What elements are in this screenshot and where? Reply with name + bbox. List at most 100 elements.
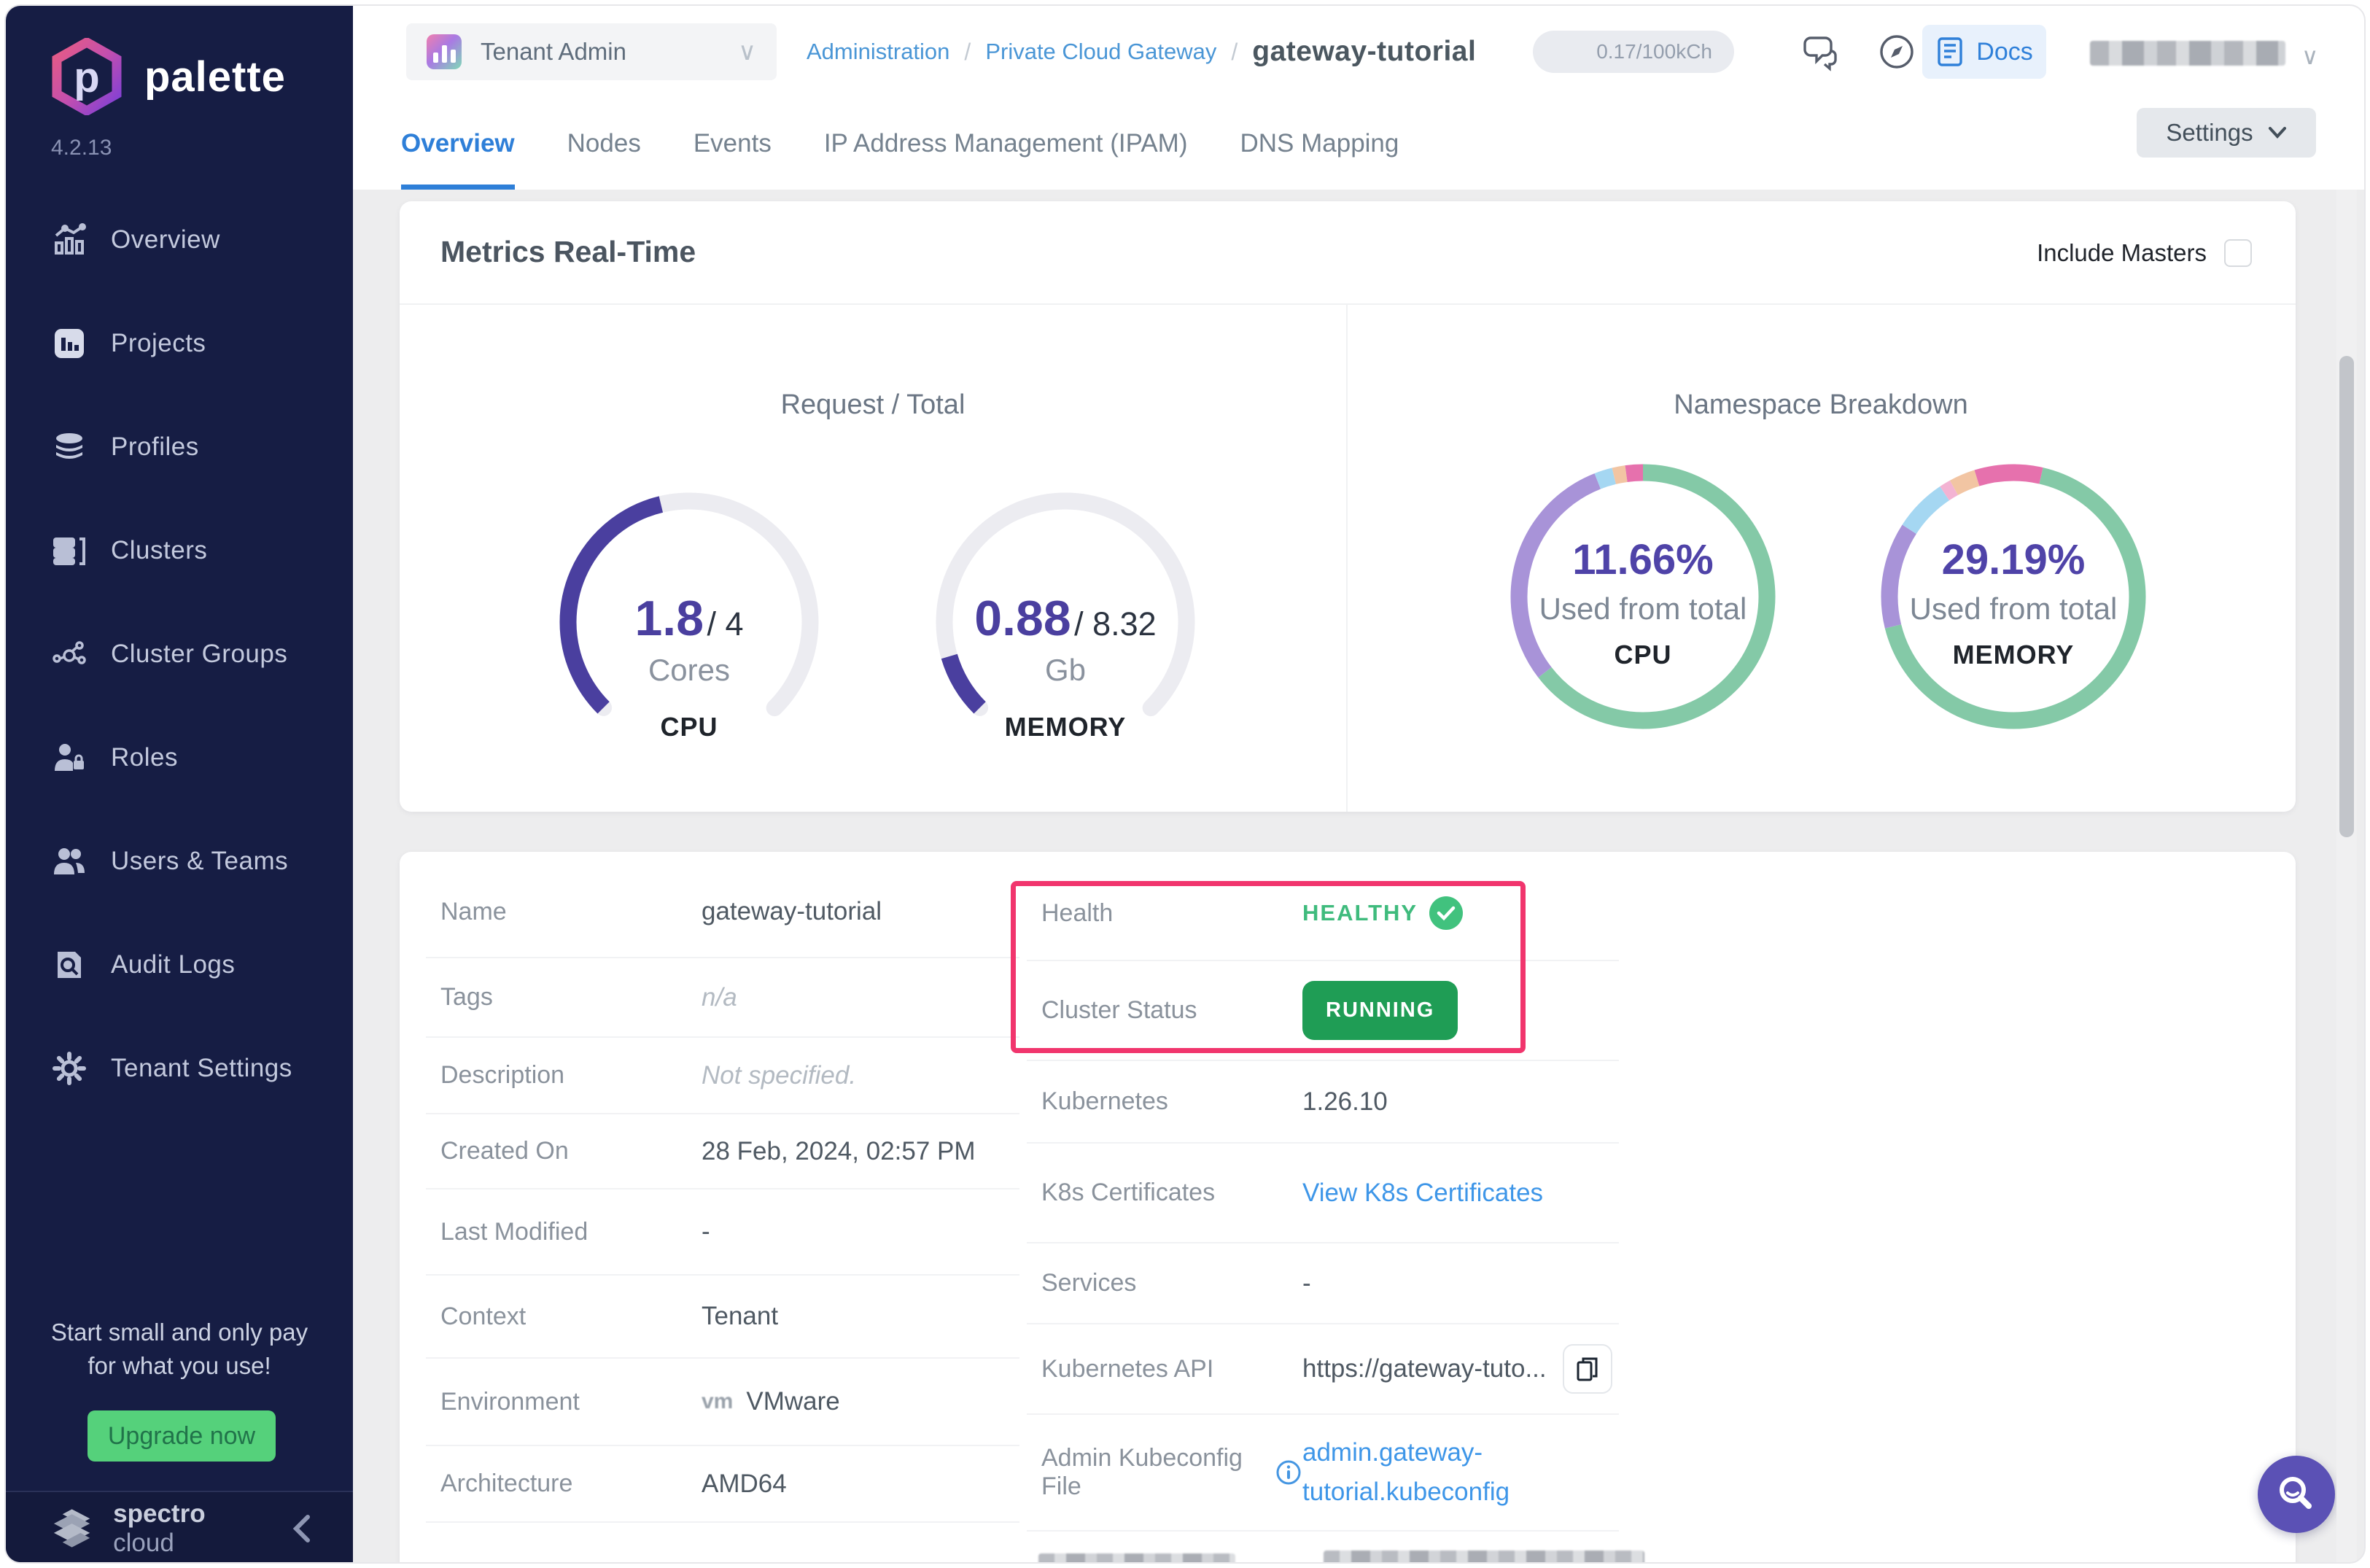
row-label: K8s Certificates [1041,1179,1216,1206]
sidebar-item-clusters[interactable]: Clusters [6,499,353,602]
detail-row-kubernetes: Kubernetes 1.26.10 [1027,1061,1619,1144]
sidebar-item-audit-logs[interactable]: Audit Logs [6,913,353,1017]
compass-icon [1880,35,1914,69]
row-label: Name [440,897,507,925]
row-value: AMD64 [702,1469,787,1498]
cpu-donut-subtitle: Used from total [1539,591,1747,626]
tab-events[interactable]: Events [693,98,772,190]
detail-row-services: Services - [1027,1243,1619,1324]
tab-nodes[interactable]: Nodes [567,98,641,190]
palette-app-window: p palette 4.2.13 Overview Projects Profi… [4,4,2366,1564]
chevron-down-icon [2268,127,2286,139]
row-label: Services [1041,1269,1137,1297]
explore-button[interactable] [1877,32,1916,71]
page-title: gateway-tutorial [1252,36,1477,67]
details-card: Name gateway-tutorial Tags n/a Descripti… [400,852,2296,1562]
tab-ipam[interactable]: IP Address Management (IPAM) [824,98,1188,190]
brand-secondary: cloud [113,1529,174,1557]
chevron-down-icon: ∨ [738,38,756,66]
scrollbar-track [2336,190,2357,1562]
kubernetes-api-url: https://gateway-tuto... [1302,1354,1547,1383]
memory-donut-percent: 29.19% [1941,536,2086,583]
cpu-donut-name: CPU [1614,640,1672,669]
info-icon[interactable] [1275,1459,1302,1486]
health-status: HEALTHY [1302,896,1464,930]
scope-selector[interactable]: Tenant Admin ∨ [406,23,777,80]
sidebar-item-overview[interactable]: Overview [6,188,353,292]
layers-icon [51,429,88,465]
brand-primary: spectro [113,1499,206,1528]
include-masters-label: Include Masters [2037,239,2207,266]
docs-button[interactable]: Docs [1922,25,2046,79]
scrollbar-thumb[interactable] [2339,356,2354,837]
row-label: Created On [440,1137,569,1165]
row-label: Last Modified [440,1217,588,1246]
app-version: 4.2.13 [51,136,112,160]
cpu-gauge-name: CPU [660,712,718,742]
health-value: HEALTHY [1302,900,1418,925]
memory-gauge-name: MEMORY [1004,712,1127,742]
view-k8s-certificates-link[interactable]: View K8s Certificates [1302,1179,1543,1208]
breadcrumb: Administration / Private Cloud Gateway /… [807,6,1476,98]
sidebar-item-roles[interactable]: Roles [6,706,353,810]
palette-logo: p palette [48,38,286,115]
detail-row-admin-kubeconfig: Admin Kubeconfig File admin.gateway-tuto… [1027,1415,1619,1532]
cluster-groups-icon [51,636,88,672]
row-label: Architecture [440,1470,573,1497]
tab-overview[interactable]: Overview [401,98,515,190]
sidebar-collapse-button[interactable] [290,1513,312,1545]
search-fab-button[interactable] [2258,1456,2335,1533]
clipped-row-value-redacted [1324,1550,1644,1562]
sidebar: p palette 4.2.13 Overview Projects Profi… [6,6,353,1562]
feedback-chat-button[interactable] [1800,32,1840,71]
memory-gauge-unit: Gb [1044,653,1087,687]
memory-gauge-total: / 8.32 [1074,605,1157,643]
logo-wordmark: palette [144,53,286,101]
sidebar-item-profiles[interactable]: Profiles [6,395,353,499]
row-value: vm VMware [702,1387,840,1416]
user-menu[interactable] [2081,28,2336,79]
spectro-cloud-logo-icon [53,1509,90,1548]
tab-dns-mapping[interactable]: DNS Mapping [1240,98,1399,190]
vmware-icon: vm [702,1389,734,1413]
detail-row-name: Name gateway-tutorial [426,866,1019,958]
audit-log-icon [51,947,88,983]
search-icon [2280,1477,2312,1509]
include-masters-checkbox[interactable] [2224,239,2252,267]
sidebar-item-label: Roles [111,743,178,772]
breadcrumb-separator: / [964,38,971,65]
clusters-icon [51,532,88,569]
cpu-gauge-unit: Cores [648,653,731,687]
row-label: Kubernetes API [1041,1354,1214,1383]
sidebar-item-users-teams[interactable]: Users & Teams [6,810,353,913]
running-status-badge: RUNNING [1302,981,1458,1040]
breadcrumb-administration[interactable]: Administration [807,39,949,65]
settings-label: Settings [2166,119,2253,146]
cpu-gauge-total: / 4 [707,605,744,643]
chat-bubbles-icon [1803,36,1837,71]
copy-button[interactable] [1562,1344,1612,1394]
svg-text:p: p [74,54,99,101]
tenant-admin-icon [427,34,462,69]
sidebar-item-cluster-groups[interactable]: Cluster Groups [6,602,353,706]
cpu-namespace-donut: 11.66% Used from total CPU [1503,457,1783,737]
row-value: n/a [702,982,737,1012]
sidebar-item-label: Projects [111,329,206,357]
row-value: - [1302,1268,1311,1297]
kubeconfig-download-link[interactable]: admin.gateway-tutorial.kubeconfig [1302,1433,1543,1513]
projects-icon [51,325,88,362]
sidebar-item-projects[interactable]: Projects [6,292,353,395]
upsell-line1: Start small and only pay [50,1319,308,1346]
sidebar-footer: spectro cloud [6,1491,353,1562]
row-value: Not specified. [702,1060,857,1090]
row-label: Environment [440,1387,580,1416]
sidebar-item-label: Cluster Groups [111,640,288,668]
settings-button[interactable]: Settings [2137,108,2316,158]
upgrade-now-button[interactable]: Upgrade now [88,1410,276,1462]
docs-label: Docs [1976,37,2033,66]
breadcrumb-private-cloud-gateway[interactable]: Private Cloud Gateway [985,39,1216,65]
sidebar-nav: Overview Projects Profiles Clusters Clus… [6,188,353,1120]
sidebar-item-tenant-settings[interactable]: Tenant Settings [6,1017,353,1120]
user-lock-icon [51,740,88,776]
memory-gauge-value: 0.88 [974,591,1071,646]
